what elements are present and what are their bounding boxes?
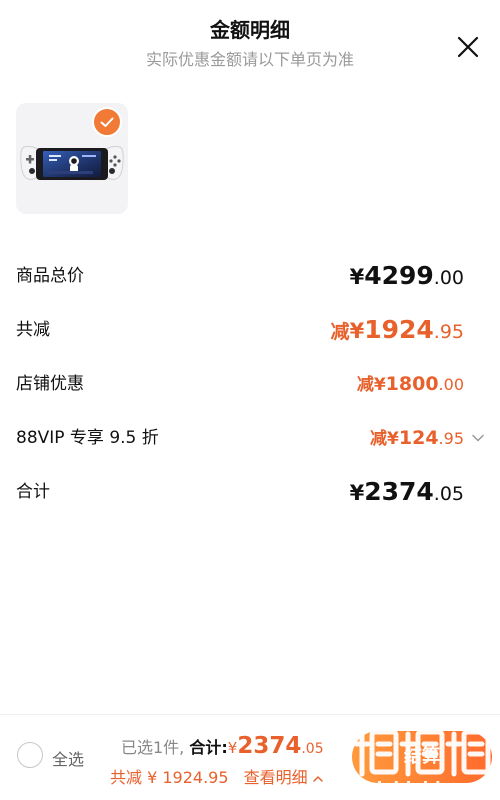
dialog-subtitle: 实际优惠金额请以下单页为准 (145, 50, 354, 69)
checkout-label: 结算 (404, 746, 440, 767)
close-button[interactable] (448, 30, 488, 66)
amount-decimals: .95 (438, 429, 464, 448)
summary-total-line: 已选1件, 合计:¥2374.05 (121, 733, 324, 759)
selected-count: 已选1件, (121, 738, 185, 757)
currency-symbol: ¥ (349, 265, 365, 289)
view-detail-link[interactable]: 查看明细 (244, 768, 324, 787)
dialog-title: 金额明细 (210, 18, 290, 42)
view-detail-label: 查看明细 (243, 768, 308, 787)
price-row-vip-discount[interactable]: 88VIP 专享 9.5 折 减¥124.95 (0, 418, 500, 458)
amount-decimals: .00 (438, 375, 464, 394)
row-label: 商品总价 (16, 266, 84, 286)
currency-symbol: ¥ (349, 481, 365, 505)
price-row-sum: 合计 ¥2374.05 (0, 472, 500, 512)
total-label: 合计: (189, 738, 228, 757)
amount-integer: 124 (398, 427, 439, 449)
row-amount: 减¥124.95 (370, 418, 464, 459)
total-currency: ¥ (227, 739, 238, 757)
amount-integer: 2374 (364, 477, 434, 506)
close-icon (457, 36, 479, 58)
reduce-prefix: 减 (330, 321, 350, 343)
amount-decimals: .05 (433, 483, 464, 505)
total-amount-decimals: .05 (301, 741, 324, 757)
row-amount: ¥2374.05 (350, 472, 464, 515)
total-reduce-text: 共减 ¥ 1924.95 (110, 768, 229, 787)
reduce-prefix: 减 (356, 375, 374, 395)
row-amount: 减¥1800.00 (357, 364, 464, 405)
row-label: 店铺优惠 (16, 374, 84, 394)
total-amount-integer: 2374 (237, 733, 302, 759)
row-amount: 减¥1924.95 (331, 310, 464, 353)
row-label: 共减 (16, 320, 50, 340)
select-all-label[interactable]: 全选 (52, 746, 84, 770)
select-all-checkbox[interactable] (17, 742, 43, 768)
amount-integer: 1800 (385, 373, 439, 395)
amount-decimals: .00 (433, 267, 464, 289)
currency-symbol: ¥ (387, 429, 399, 449)
amount-decimals: .95 (433, 321, 464, 343)
price-row-store-discount: 店铺优惠 减¥1800.00 (0, 364, 500, 404)
amount-integer: 4299 (364, 261, 434, 290)
row-label: 合计 (16, 482, 50, 502)
bottom-checkout-bar: 全选 已选1件, 合计:¥2374.05 共减 ¥ 1924.95 查看明细 结… (0, 714, 500, 800)
price-row-total-reduce: 共减 减¥1924.95 (0, 310, 500, 350)
chevron-down-icon[interactable] (471, 431, 485, 445)
checkmark-icon (100, 117, 114, 127)
chevron-up-icon (312, 775, 323, 782)
product-checked-checkbox[interactable] (92, 107, 122, 137)
checkout-button[interactable]: 结算 (352, 731, 492, 783)
amount-integer: 1924 (364, 315, 434, 344)
currency-symbol: ¥ (349, 319, 365, 343)
price-row-goods-total: 商品总价 ¥4299.00 (0, 256, 500, 296)
currency-symbol: ¥ (373, 375, 386, 395)
reduce-prefix: 减 (370, 429, 388, 449)
row-label: 88VIP 专享 9.5 折 (16, 428, 159, 448)
row-amount: ¥4299.00 (350, 256, 464, 299)
summary-reduce-line: 共减 ¥ 1924.95 查看明细 (110, 764, 324, 788)
